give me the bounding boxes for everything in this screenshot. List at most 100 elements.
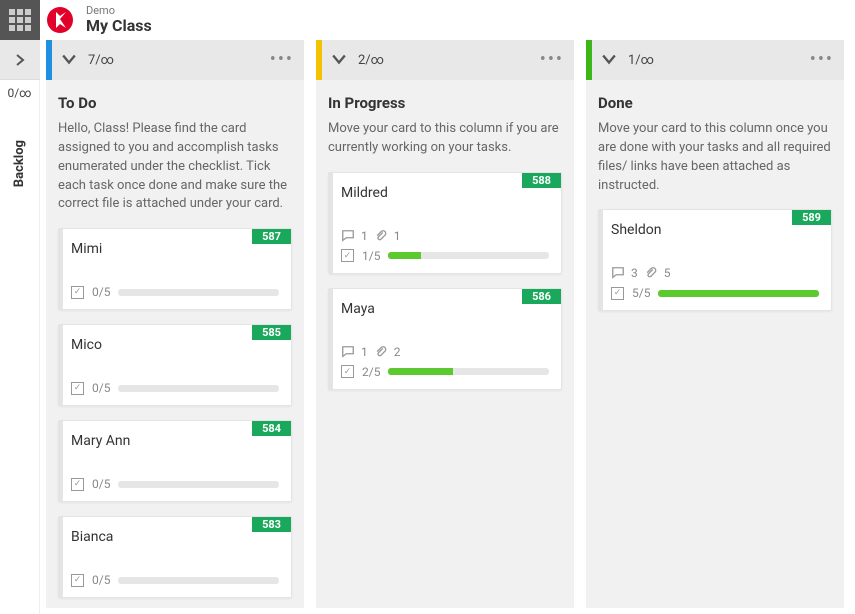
card-id-badge: 583	[252, 517, 291, 532]
card-checklist: ✓ 1/5	[341, 249, 549, 263]
column-title: To Do	[58, 94, 292, 112]
card-checklist: ✓ 0/5	[71, 381, 279, 395]
expand-backlog-button[interactable]	[0, 40, 40, 80]
card-title: Bianca	[71, 529, 279, 545]
card-checklist: ✓ 0/5	[71, 477, 279, 491]
collapse-column-button[interactable]	[332, 51, 346, 70]
card-comments-count: 1	[361, 345, 368, 359]
attachment-icon	[644, 266, 658, 280]
card-checklist: ✓ 5/5	[611, 286, 819, 300]
card-check-count: 0/5	[92, 285, 110, 299]
card[interactable]: 584Mary Ann ✓ 0/5	[58, 420, 292, 502]
app-logo	[40, 0, 80, 40]
card-title: Maya	[341, 301, 549, 317]
column-stripe	[586, 40, 592, 80]
card-stripe	[59, 517, 63, 597]
card[interactable]: 587Mimi ✓ 0/5	[58, 228, 292, 310]
checklist-icon: ✓	[71, 382, 84, 395]
attachment-icon	[374, 229, 388, 243]
card-id-badge: 585	[252, 325, 291, 340]
column-count: 2/∞	[358, 53, 384, 68]
card-comments-count: 3	[631, 266, 638, 280]
card-progress	[118, 289, 279, 296]
card-attach-count: 1	[394, 229, 401, 243]
card-meta: 35	[611, 266, 819, 280]
card-stripe	[59, 421, 63, 501]
card-check-count: 0/5	[92, 573, 110, 587]
card-id-badge: 584	[252, 421, 291, 436]
card-attach-count: 5	[664, 266, 671, 280]
page-title: My Class	[86, 17, 152, 35]
column-description: Move your card to this column once you a…	[598, 120, 832, 195]
column-description: Hello, Class! Please find the card assig…	[58, 120, 292, 214]
card-attach-count: 2	[394, 345, 401, 359]
card-progress	[118, 385, 279, 392]
chevron-down-icon	[602, 52, 616, 66]
card-id-badge: 589	[792, 210, 831, 225]
checklist-icon: ✓	[71, 286, 84, 299]
chevron-right-icon	[14, 54, 26, 66]
card-title: Mico	[71, 337, 279, 353]
card-stripe	[599, 210, 603, 310]
apps-icon	[9, 9, 31, 31]
card-title: Mary Ann	[71, 433, 279, 449]
card-id-badge: 588	[522, 173, 561, 188]
card-title: Sheldon	[611, 222, 819, 238]
card-check-count: 5/5	[632, 286, 650, 300]
card[interactable]: 589Sheldon35✓5/5	[598, 209, 832, 311]
comment-icon	[341, 229, 355, 243]
card-check-count: 0/5	[92, 477, 110, 491]
comment-icon	[341, 345, 355, 359]
comment-icon	[611, 266, 625, 280]
card[interactable]: 583Bianca ✓ 0/5	[58, 516, 292, 598]
column-stripe	[316, 40, 322, 80]
card[interactable]: 588Mildred11✓1/5	[328, 172, 562, 274]
column-title: In Progress	[328, 94, 562, 112]
card-stripe	[59, 325, 63, 405]
card-progress	[118, 577, 279, 584]
card-check-count: 1/5	[362, 249, 380, 263]
attachment-icon	[374, 345, 388, 359]
chevron-down-icon	[62, 52, 76, 66]
card[interactable]: 586Maya12✓2/5	[328, 288, 562, 390]
checklist-icon: ✓	[71, 478, 84, 491]
backlog-label: Backlog	[12, 140, 27, 187]
card-check-count: 2/5	[362, 365, 380, 379]
apps-menu-button[interactable]	[0, 0, 40, 40]
collapse-column-button[interactable]	[62, 51, 76, 70]
column-menu-button[interactable]: •••	[270, 55, 294, 65]
column-menu-button[interactable]: •••	[810, 55, 834, 65]
column-count: 7/∞	[88, 53, 114, 68]
column-stripe	[46, 40, 52, 80]
checklist-icon: ✓	[611, 287, 624, 300]
card-checklist: ✓ 0/5	[71, 285, 279, 299]
card-stripe	[329, 173, 333, 273]
card-title: Mimi	[71, 241, 279, 257]
backlog-count: 0/∞	[7, 86, 31, 100]
checklist-icon: ✓	[71, 574, 84, 587]
card-checklist: ✓ 2/5	[341, 365, 549, 379]
card-id-badge: 587	[252, 229, 291, 244]
card-meta: 12	[341, 345, 549, 359]
card-stripe	[329, 289, 333, 389]
card-title: Mildred	[341, 185, 549, 201]
column-menu-button[interactable]: •••	[540, 55, 564, 65]
card-comments-count: 1	[361, 229, 368, 243]
checklist-icon: ✓	[341, 365, 354, 378]
card-checklist: ✓ 0/5	[71, 573, 279, 587]
card[interactable]: 585Mico ✓ 0/5	[58, 324, 292, 406]
card-stripe	[59, 229, 63, 309]
card-progress	[658, 290, 819, 297]
chevron-down-icon	[332, 52, 346, 66]
card-check-count: 0/5	[92, 381, 110, 395]
card-progress	[388, 252, 549, 259]
checklist-icon: ✓	[341, 249, 354, 262]
card-id-badge: 586	[522, 289, 561, 304]
card-meta: 11	[341, 229, 549, 243]
card-progress	[118, 481, 279, 488]
collapse-column-button[interactable]	[602, 51, 616, 70]
column-title: Done	[598, 94, 832, 112]
column-count: 1/∞	[628, 53, 654, 68]
card-progress	[388, 368, 549, 375]
column-description: Move your card to this column if you are…	[328, 120, 562, 158]
